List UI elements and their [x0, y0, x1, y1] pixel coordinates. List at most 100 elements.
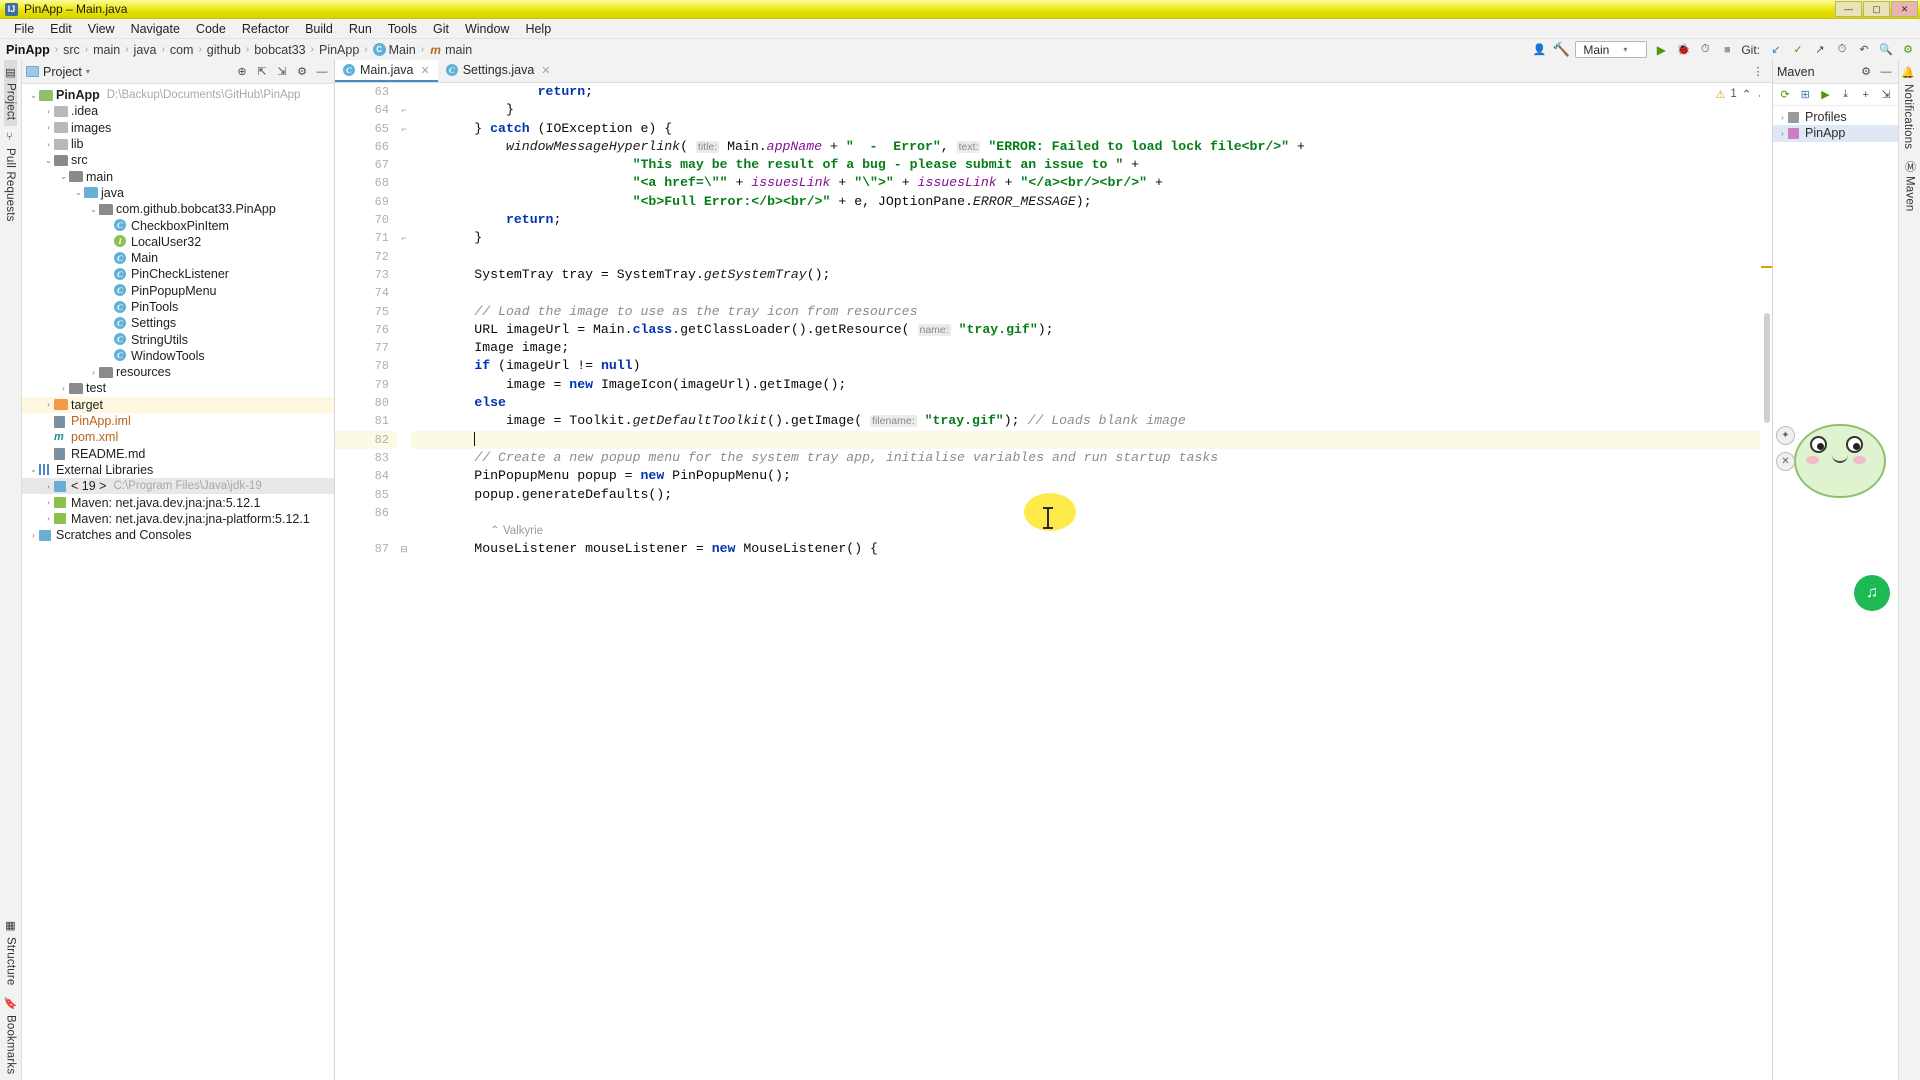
tree-node-pom-xml[interactable]: m pom.xml [22, 429, 334, 445]
editor-scroll-markers[interactable] [1760, 83, 1772, 1080]
chevron-down-icon[interactable]: ⌄ [88, 205, 99, 214]
sticker-close-icon[interactable]: ✕ [1776, 452, 1795, 471]
tree-node-maven-net-java-dev-jna-jna-5-12-1[interactable]: › Maven: net.java.dev.jna:jna:5.12.1 [22, 494, 334, 510]
menu-item-help[interactable]: Help [517, 21, 559, 37]
chevron-right-icon[interactable]: › [43, 498, 54, 507]
breadcrumb-item-main[interactable]: C Main [372, 43, 416, 57]
stop-button[interactable]: ■ [1719, 42, 1735, 58]
chevron-down-icon[interactable]: ▾ [86, 67, 90, 76]
tree-node-resources[interactable]: › resources [22, 364, 334, 380]
close-icon[interactable]: ✕ [421, 64, 430, 77]
editor-tab-settings-java[interactable]: C Settings.java ✕ [438, 60, 559, 82]
chevron-down-icon[interactable]: ⌄ [58, 172, 69, 181]
chevron-down-icon[interactable]: ⌄ [43, 156, 54, 165]
profile-icon[interactable]: 👤 [1531, 42, 1547, 58]
chevron-right-icon[interactable]: › [1777, 113, 1788, 122]
tree-node-localuser32[interactable]: I LocalUser32 [22, 234, 334, 250]
tool-tab-notifications[interactable]: 🔔 Notifications [1902, 60, 1915, 155]
spotify-floating-widget[interactable]: ♫ [1854, 575, 1890, 611]
build-hammer-icon[interactable]: 🔨 [1553, 41, 1570, 58]
tree-node-test[interactable]: › test [22, 380, 334, 396]
tree-node-pinapp-iml[interactable]: PinApp.iml [22, 413, 334, 429]
breadcrumb-item-main[interactable]: main [93, 43, 120, 57]
tree-node-stringutils[interactable]: C StringUtils [22, 331, 334, 347]
refresh-icon[interactable]: ⟳ [1778, 87, 1792, 103]
code-folding-column[interactable]: ⌐ ⌐ ⌐ ⊟ [397, 83, 411, 1080]
tree-node-settings[interactable]: C Settings [22, 315, 334, 331]
tree-node-pinapp[interactable]: ⌄ PinApp D:\Backup\Documents\GitHub\PinApp [22, 87, 334, 103]
scroll-from-source-icon[interactable]: ⊕ [234, 64, 250, 80]
more-tabs-icon[interactable]: ⋮ [1750, 64, 1766, 80]
expand-all-icon[interactable]: ⇱ [254, 64, 270, 80]
menu-item-run[interactable]: Run [341, 21, 380, 37]
download-sources-icon[interactable]: ⤓ [1839, 87, 1853, 103]
tree-node-external-libraries[interactable]: ⌄ External Libraries [22, 462, 334, 478]
tree-node-pinchecklistener[interactable]: C PinCheckListener [22, 266, 334, 282]
gear-icon[interactable]: ⚙ [1900, 42, 1916, 58]
breadcrumb-item-src[interactable]: src [63, 43, 80, 57]
project-tree[interactable]: ⌄ PinApp D:\Backup\Documents\GitHub\PinApp… [22, 84, 334, 1080]
tree-node-checkboxpinitem[interactable]: C CheckboxPinItem [22, 217, 334, 233]
maven-node-pinapp[interactable]: › PinApp [1773, 125, 1898, 142]
chevron-down-icon[interactable]: ⌄ [28, 465, 39, 474]
settings-icon[interactable]: ⚙ [294, 64, 310, 80]
code-content[interactable]: return; } } catch (IOException e) { wind… [411, 83, 1772, 1080]
tree-node-java[interactable]: ⌄ java [22, 185, 334, 201]
tree-node-src[interactable]: ⌄ src [22, 152, 334, 168]
breadcrumb-item-bobcat33[interactable]: bobcat33 [254, 43, 305, 57]
fold-marker-icon[interactable]: ⌐ [397, 229, 411, 247]
maximize-button[interactable]: ▢ [1863, 1, 1890, 17]
tree-node-lib[interactable]: › lib [22, 136, 334, 152]
code-editor[interactable]: 63 64 65 66 67 68 69 70 71 72 73 74 75 76 77 78 79 80 81 82… [335, 83, 1772, 1080]
chevron-right-icon[interactable]: › [88, 368, 99, 377]
run-goal-icon[interactable]: ▶ [1818, 87, 1832, 103]
chevron-down-icon[interactable]: ⌄ [28, 91, 39, 100]
sticker-action-icon[interactable]: ✦ [1776, 426, 1795, 445]
menu-item-view[interactable]: View [80, 21, 123, 37]
run-button[interactable]: ▶ [1653, 42, 1669, 58]
tree-node-readme-md[interactable]: README.md [22, 446, 334, 462]
editor-tab-main-java[interactable]: C Main.java ✕ [335, 60, 438, 82]
tree-node-com-github-bobcat33-pinapp[interactable]: ⌄ com.github.bobcat33.PinApp [22, 201, 334, 217]
menu-item-navigate[interactable]: Navigate [123, 21, 188, 37]
menu-item-build[interactable]: Build [297, 21, 341, 37]
menu-item-window[interactable]: Window [457, 21, 517, 37]
git-commit-icon[interactable]: ✓ [1790, 42, 1806, 58]
fold-marker-icon[interactable]: ⌐ [397, 120, 411, 138]
chevron-right-icon[interactable]: › [1777, 129, 1788, 138]
hide-icon[interactable]: — [314, 64, 330, 80]
add-dependency-icon[interactable]: ⊞ [1798, 87, 1812, 103]
breadcrumb-item-pinapp[interactable]: PinApp [6, 43, 50, 57]
tree-node-target[interactable]: › target [22, 396, 334, 413]
profile-run-button[interactable]: ⏱ [1697, 42, 1713, 58]
breadcrumb-item-java[interactable]: java [134, 43, 157, 57]
prev-problem-icon[interactable]: ⌃ [1742, 87, 1752, 101]
tool-tab-structure[interactable]: ▦ Structure [4, 913, 17, 991]
chevron-right-icon[interactable]: › [43, 400, 54, 409]
tree-node-main[interactable]: ⌄ main [22, 168, 334, 184]
menu-item-refactor[interactable]: Refactor [234, 21, 297, 37]
tool-tab-project[interactable]: ▤ Project [4, 60, 17, 127]
close-icon[interactable]: ✕ [541, 64, 550, 77]
tree-node-19[interactable]: › < 19 > C:\Program Files\Java\jdk-19 [22, 478, 334, 495]
history-icon[interactable]: ⏱ [1834, 42, 1850, 58]
breadcrumb-item-com[interactable]: com [170, 43, 194, 57]
warning-marker[interactable] [1761, 266, 1772, 268]
tree-node-idea[interactable]: › .idea [22, 103, 334, 119]
chevron-right-icon[interactable]: › [43, 482, 54, 491]
tree-node-scratches-and-consoles[interactable]: › Scratches and Consoles [22, 527, 334, 543]
chevron-right-icon[interactable]: › [43, 140, 54, 149]
close-button[interactable]: ✕ [1891, 1, 1918, 17]
search-icon[interactable]: 🔍 [1878, 42, 1894, 58]
menu-item-edit[interactable]: Edit [42, 21, 80, 37]
collapse-all-icon[interactable]: ⇲ [274, 64, 290, 80]
chevron-right-icon[interactable]: › [43, 107, 54, 116]
add-icon[interactable]: + [1859, 87, 1873, 103]
tool-tab-maven[interactable]: Ⓜ Maven [1902, 155, 1918, 218]
maven-node-profiles[interactable]: › Profiles [1773, 109, 1898, 125]
breadcrumb-item-main[interactable]: m main [429, 43, 472, 57]
tool-tab-bookmarks[interactable]: 🔖 Bookmarks [4, 991, 17, 1080]
tree-node-main[interactable]: C Main [22, 250, 334, 266]
chevron-right-icon[interactable]: › [43, 123, 54, 132]
settings-icon[interactable]: ⚙ [1858, 64, 1874, 80]
